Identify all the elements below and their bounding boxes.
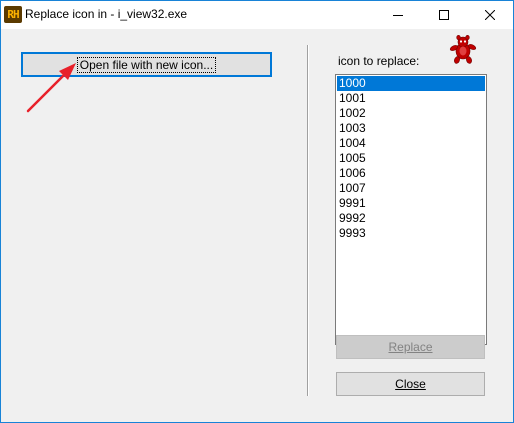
list-item[interactable]: 1005 (337, 151, 485, 166)
list-item[interactable]: 1007 (337, 181, 485, 196)
maximize-button[interactable] (421, 1, 467, 29)
panel-divider (307, 45, 308, 396)
list-item[interactable]: 9993 (337, 226, 485, 241)
list-item[interactable]: 1002 (337, 106, 485, 121)
close-button-label: Close (395, 377, 426, 391)
icon-listbox[interactable]: 1000 1001 1002 1003 1004 1005 1006 1007 … (335, 74, 487, 345)
open-button-label: Open file with new icon... (76, 56, 217, 73)
list-item[interactable]: 1003 (337, 121, 485, 136)
resource-hacker-mascot-icon (449, 34, 477, 64)
close-icon (485, 10, 495, 20)
red-arrow-annotation-icon (26, 63, 76, 113)
dialog-body: Open file with new icon... icon to repla… (1, 29, 513, 422)
list-item[interactable]: 9992 (337, 211, 485, 226)
replace-button[interactable]: Replace (336, 335, 485, 359)
resource-hacker-app-icon[interactable]: RH (4, 6, 22, 23)
replace-icon-dialog: RH Replace icon in - i_view32.exe Open f… (0, 0, 514, 423)
list-item[interactable]: 1000 (337, 76, 485, 91)
window-title: Replace icon in - i_view32.exe (25, 7, 188, 21)
maximize-icon (439, 10, 449, 20)
list-item[interactable]: 1006 (337, 166, 485, 181)
close-button[interactable]: Close (336, 372, 485, 396)
minimize-button[interactable] (375, 1, 421, 29)
list-item[interactable]: 1004 (337, 136, 485, 151)
list-item[interactable]: 1001 (337, 91, 485, 106)
icon-list-label: icon to replace: (338, 54, 420, 68)
title-bar[interactable]: RH Replace icon in - i_view32.exe (1, 1, 513, 29)
minimize-icon (393, 15, 403, 16)
list-item[interactable]: 9991 (337, 196, 485, 211)
close-window-button[interactable] (467, 1, 513, 29)
replace-button-label: Replace (388, 340, 433, 354)
